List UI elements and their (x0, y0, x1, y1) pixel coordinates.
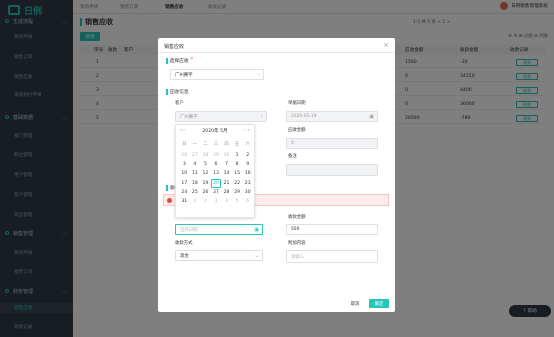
calendar-day[interactable]: 28 (200, 151, 211, 160)
calendar-day[interactable]: 27 (211, 188, 222, 197)
calendar-day[interactable]: 8 (232, 160, 243, 169)
calendar-day[interactable]: 30 (242, 188, 253, 197)
weekday-row: 日一二三四五六 (179, 141, 253, 147)
amount-field: 0 (286, 138, 378, 149)
date-label: 单据日期 (288, 101, 306, 106)
customer-field: 广州赛宇 › (175, 111, 267, 122)
calendar-day[interactable]: 24 (179, 188, 190, 197)
calendar-day[interactable]: 10 (179, 169, 190, 178)
close-icon[interactable]: × (383, 41, 389, 49)
weekday-label: 五 (234, 142, 240, 147)
calendar-day[interactable]: 6 (211, 160, 222, 169)
calendar-day[interactable]: 5 (232, 197, 243, 206)
day-grid: 26 27 28 29 30 1 2 3 4 5 6 7 8 9 10 11 12 13 14 15 16 17 18 19 2… (179, 151, 253, 206)
calendar-header: 2020年 5月 (202, 129, 228, 134)
confirm-button[interactable]: 确定 (369, 299, 389, 308)
weekday-label: 三 (213, 142, 219, 147)
calendar-day[interactable]: 30 (221, 151, 232, 160)
date-field: 2020-05-19 ▣ (286, 111, 378, 122)
collect-amount-label: 收款金额 (288, 215, 306, 220)
calendar-day[interactable]: 20 (210, 178, 222, 188)
calendar-day[interactable]: 2 (242, 151, 253, 160)
calendar-day[interactable]: 15 (232, 169, 243, 178)
calendar-day[interactable]: 17 (179, 179, 190, 188)
calendar-day[interactable]: 11 (190, 169, 201, 178)
calendar-day[interactable]: 5 (200, 160, 211, 169)
calendar-day[interactable]: 21 (221, 179, 232, 188)
calendar-day[interactable]: 23 (242, 179, 253, 188)
calendar-day[interactable]: 28 (221, 188, 232, 197)
amount-label: 应收金额 (288, 128, 306, 133)
attach-textarea[interactable]: 请输入 (286, 250, 378, 263)
dialog-footer: 取消 确定 (345, 299, 389, 308)
weekday-label: 六 (245, 142, 250, 147)
calendar-day[interactable]: 29 (211, 151, 222, 160)
chevron-down-icon: ⌄ (254, 252, 259, 259)
calendar-day[interactable]: 27 (190, 151, 201, 160)
calendar-day[interactable]: 13 (211, 169, 222, 178)
source-select[interactable]: 广州赛宇 › (170, 69, 264, 80)
calendar-day[interactable]: 18 (190, 179, 201, 188)
calendar-day[interactable]: 6 (242, 197, 253, 206)
calendar-day[interactable]: 1 (232, 151, 243, 160)
weekday-label: 一 (192, 142, 198, 147)
calendar-day[interactable]: 9 (242, 160, 253, 169)
customer-label: 客户 (175, 101, 184, 106)
attach-label: 附加内容 (288, 241, 306, 246)
calendar-day[interactable]: 29 (232, 188, 243, 197)
weekday-label: 日 (182, 142, 187, 147)
cancel-button[interactable]: 取消 (345, 299, 365, 308)
calendar-day[interactable]: 4 (221, 197, 232, 206)
collect-date-input[interactable]: 选择日期 ▣ (175, 224, 263, 235)
calendar-day[interactable]: 2 (200, 197, 211, 206)
method-label: 收款方式 (175, 241, 193, 246)
section-source: 选择应收 * (166, 57, 193, 64)
calendar-day[interactable]: 22 (232, 179, 243, 188)
calendar-icon: ▣ (254, 226, 259, 233)
dialog-title: 销售应收 (164, 44, 185, 50)
calendar-day[interactable]: 3 (211, 197, 222, 206)
method-select[interactable]: 现金 ⌄ (175, 250, 263, 261)
weekday-label: 四 (224, 142, 229, 147)
remark-label: 备注 (288, 154, 297, 159)
collect-amount-input[interactable]: 500 (286, 224, 378, 235)
calendar-day[interactable]: 7 (221, 160, 232, 169)
remark-field (286, 164, 378, 176)
calendar-day[interactable]: 1 (190, 197, 201, 206)
calendar-day[interactable]: 26 (200, 188, 211, 197)
calendar-icon: ▣ (369, 113, 374, 120)
calendar-day[interactable]: 4 (190, 160, 201, 169)
calendar-day[interactable]: 19 (200, 179, 211, 188)
date-picker-popup: « ‹ 2020年 5月 › » 日一二三四五六 26 27 28 29 30 1 2 3 4 5… (175, 124, 255, 218)
error-icon (167, 197, 172, 203)
weekday-label: 二 (203, 142, 208, 147)
calendar-day[interactable]: 26 (179, 151, 190, 160)
calendar-day[interactable]: 12 (200, 169, 211, 178)
calendar-day[interactable]: 31 (179, 197, 190, 206)
calendar-day[interactable]: 14 (221, 169, 232, 178)
calendar-day[interactable]: 16 (242, 169, 253, 178)
chevron-right-icon: › (258, 71, 260, 78)
section-info: 应收信息 (166, 88, 189, 95)
calendar-day[interactable]: 25 (190, 188, 201, 197)
next-nav-icon[interactable]: › » (244, 128, 250, 133)
calendar-day[interactable]: 3 (179, 160, 190, 169)
